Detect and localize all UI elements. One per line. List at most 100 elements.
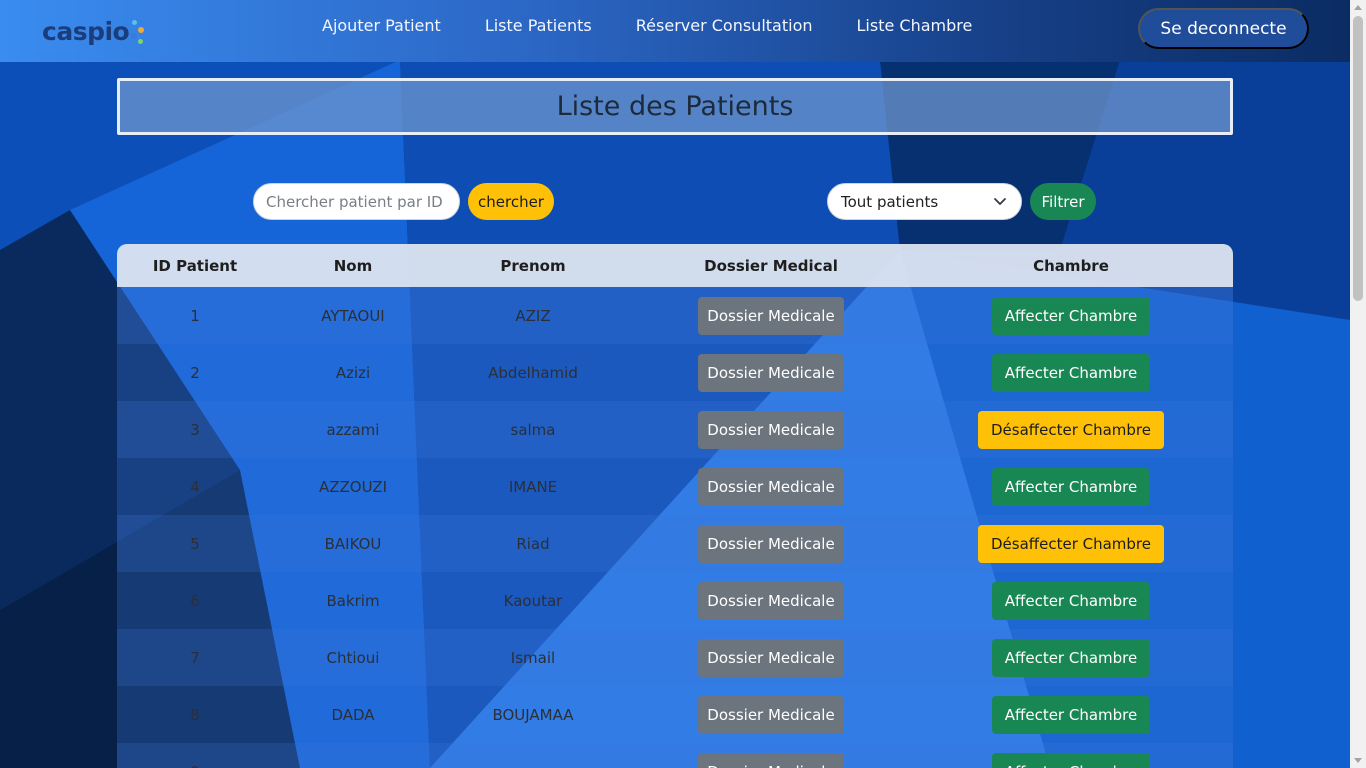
cell-prenom: Kaoutar <box>503 591 563 610</box>
column-header-nom: Nom <box>333 256 373 275</box>
nav-link-liste-patients[interactable]: Liste Patients <box>485 16 592 35</box>
caspio-logo[interactable]: caspio <box>42 14 146 48</box>
nav-link-liste-chambre[interactable]: Liste Chambre <box>857 16 973 35</box>
column-header-dossier: Dossier Medical <box>704 256 838 275</box>
chevron-down-icon <box>994 198 1006 205</box>
logo-text: caspio <box>42 16 130 46</box>
nav-link-ajouter-patient[interactable]: Ajouter Patient <box>322 16 441 35</box>
table-header-row: ID Patient Nom Prenom Dossier Medical Ch… <box>117 244 1233 287</box>
cell-prenom: salma <box>510 420 556 439</box>
affecter-chambre-button[interactable]: Affecter Chambre <box>991 695 1151 734</box>
cell-dossier: Dossier Medicale <box>633 344 909 401</box>
cell-chambre: Affecter Chambre <box>909 629 1233 686</box>
dossier-medicale-button[interactable]: Dossier Medicale <box>698 638 844 677</box>
cell-nom: AYTAOUI <box>321 306 385 325</box>
cell-dossier: Dossier Medicale <box>633 401 909 458</box>
affecter-chambre-button[interactable]: Affecter Chambre <box>991 353 1151 392</box>
scroll-up-icon[interactable] <box>1354 5 1362 10</box>
dossier-medicale-button[interactable]: Dossier Medicale <box>698 581 844 620</box>
cell-prenom: AZIZ <box>515 306 551 325</box>
table-row: 7 Chtioui Ismail Dossier Medicale Affect… <box>117 629 1233 686</box>
filter-button[interactable]: Filtrer <box>1030 183 1096 220</box>
cell-prenom <box>433 743 633 768</box>
table-row: 4 AZZOUZI IMANE Dossier Medicale Affecte… <box>117 458 1233 515</box>
top-navbar: caspio Ajouter Patient Liste Patients Ré… <box>0 0 1350 62</box>
cell-prenom: BOUJAMAA <box>492 705 574 724</box>
affecter-chambre-button[interactable]: Affecter Chambre <box>991 581 1151 620</box>
cell-nom: AZZOUZI <box>318 477 388 496</box>
column-header-prenom: Prenom <box>500 256 566 275</box>
table-row: 2 Azizi Abdelhamid Dossier Medicale Affe… <box>117 344 1233 401</box>
dossier-medicale-button[interactable]: Dossier Medicale <box>698 296 844 335</box>
cell-nom: Azizi <box>335 363 371 382</box>
table-row: 8 DADA BOUJAMAA Dossier Medicale Affecte… <box>117 686 1233 743</box>
cell-nom: DADA <box>331 705 375 724</box>
dossier-medicale-button[interactable]: Dossier Medicale <box>698 695 844 734</box>
affecter-chambre-button[interactable]: Affecter Chambre <box>991 752 1151 768</box>
page-title-box: Liste des Patients <box>117 78 1233 135</box>
cell-chambre: Affecter Chambre <box>909 458 1233 515</box>
dossier-medicale-button[interactable]: Dossier Medicale <box>698 410 844 449</box>
table-row: 3 azzami salma Dossier Medicale Désaffec… <box>117 401 1233 458</box>
dossier-medicale-button[interactable]: Dossier Medicale <box>698 353 844 392</box>
cell-nom: BAIKOU <box>324 534 382 553</box>
desaffecter-chambre-button[interactable]: Désaffecter Chambre <box>977 524 1164 563</box>
nav-links: Ajouter Patient Liste Patients Réserver … <box>322 16 1016 35</box>
cell-chambre: Affecter Chambre <box>909 572 1233 629</box>
cell-prenom: IMANE <box>508 477 558 496</box>
cell-chambre: Affecter Chambre <box>909 344 1233 401</box>
table-row: 5 BAIKOU Riad Dossier Medicale Désaffect… <box>117 515 1233 572</box>
page-title: Liste des Patients <box>556 91 794 122</box>
cell-dossier: Dossier Medicale <box>633 629 909 686</box>
desaffecter-chambre-button[interactable]: Désaffecter Chambre <box>977 410 1164 449</box>
cell-chambre: Affecter Chambre <box>909 743 1233 768</box>
table-row: 6 Bakrim Kaoutar Dossier Medicale Affect… <box>117 572 1233 629</box>
cell-prenom: Abdelhamid <box>488 363 578 382</box>
search-button[interactable]: chercher <box>468 183 554 220</box>
cell-nom: Bakrim <box>326 591 380 610</box>
cell-id: 3 <box>190 420 200 439</box>
column-header-chambre: Chambre <box>1033 256 1109 275</box>
dossier-medicale-button[interactable]: Dossier Medicale <box>698 467 844 506</box>
cell-id: 9 <box>117 743 273 768</box>
column-header-id: ID Patient <box>152 256 238 275</box>
cell-prenom: Ismail <box>510 648 556 667</box>
cell-dossier: Dossier Medicale <box>633 515 909 572</box>
cell-dossier: Dossier Medicale <box>633 743 909 768</box>
patients-table: ID Patient Nom Prenom Dossier Medical Ch… <box>117 244 1233 768</box>
cell-id: 2 <box>190 363 200 382</box>
cell-chambre: Affecter Chambre <box>909 287 1233 344</box>
cell-id: 4 <box>190 477 200 496</box>
cell-chambre: Affecter Chambre <box>909 686 1233 743</box>
patient-filter-select[interactable]: Tout patients <box>827 183 1022 220</box>
cell-id: 6 <box>190 591 200 610</box>
cell-id: 5 <box>190 534 200 553</box>
affecter-chambre-button[interactable]: Affecter Chambre <box>991 296 1151 335</box>
cell-dossier: Dossier Medicale <box>633 686 909 743</box>
filter-selected-value: Tout patients <box>841 192 939 211</box>
table-row: 9 Dossier Medicale Affecter Chambre <box>117 743 1233 768</box>
affecter-chambre-button[interactable]: Affecter Chambre <box>991 467 1151 506</box>
cell-id: 7 <box>190 648 200 667</box>
scroll-down-icon[interactable] <box>1354 758 1362 763</box>
cell-nom: azzami <box>326 420 380 439</box>
scroll-thumb[interactable] <box>1353 16 1363 301</box>
logout-button[interactable]: Se deconnecte <box>1138 8 1309 49</box>
table-row: 1 AYTAOUI AZIZ Dossier Medicale Affecter… <box>117 287 1233 344</box>
cell-id: 1 <box>190 306 200 325</box>
dossier-medicale-button[interactable]: Dossier Medicale <box>698 752 844 768</box>
vertical-scrollbar[interactable] <box>1350 0 1366 768</box>
cell-prenom: Riad <box>516 534 550 553</box>
cell-id: 8 <box>190 705 200 724</box>
search-input[interactable] <box>253 183 460 220</box>
cell-nom: Chtioui <box>326 648 380 667</box>
cell-dossier: Dossier Medicale <box>633 572 909 629</box>
logo-dots-icon <box>130 16 146 46</box>
nav-link-reserver-consultation[interactable]: Réserver Consultation <box>636 16 813 35</box>
affecter-chambre-button[interactable]: Affecter Chambre <box>991 638 1151 677</box>
cell-nom <box>273 743 433 768</box>
cell-chambre: Désaffecter Chambre <box>909 401 1233 458</box>
cell-dossier: Dossier Medicale <box>633 287 909 344</box>
dossier-medicale-button[interactable]: Dossier Medicale <box>698 524 844 563</box>
cell-chambre: Désaffecter Chambre <box>909 515 1233 572</box>
